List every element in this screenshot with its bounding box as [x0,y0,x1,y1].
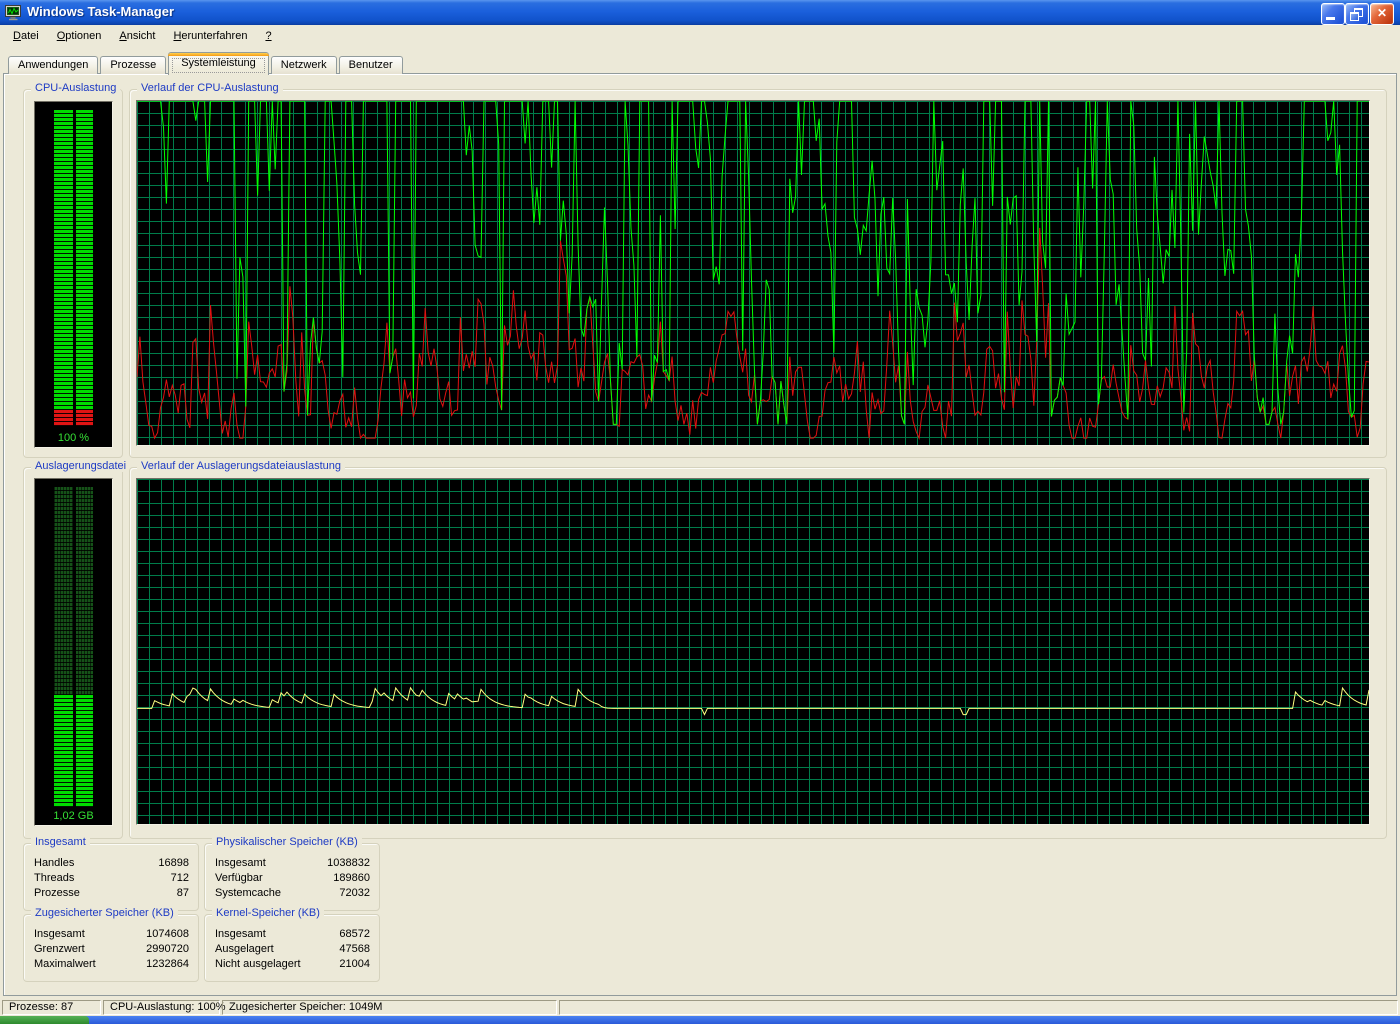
tab-prozesse[interactable]: Prozesse [100,56,166,74]
stat-row: Insgesamt 68572 [215,927,370,942]
stat-value: 47568 [339,942,370,957]
pagefile-usage-line [137,688,1369,715]
status-processes: Prozesse: 87 [2,1000,101,1015]
group-physical-memory-title: Physikalischer Speicher (KB) [212,836,362,848]
stat-value: 2990720 [146,942,189,957]
cpu-usage-value: 100 % [35,432,112,444]
menu-item-ansicht[interactable]: Ansicht [110,27,164,45]
stat-value: 1074608 [146,927,189,942]
stat-label: Prozesse [34,886,80,901]
stat-value: 16898 [158,856,189,871]
stat-label: Systemcache [215,886,281,901]
stat-value: 72032 [339,886,370,901]
stat-value: 712 [171,871,189,886]
stat-row: Ausgelagert 47568 [215,942,370,957]
cpu-led-bar [54,110,93,426]
stat-row: Prozesse 87 [34,886,189,901]
group-commit-charge: Zugesicherter Speicher (KB) Insgesamt107… [23,914,199,982]
group-kernel-memory-title: Kernel-Speicher (KB) [212,907,324,919]
pagefile-led-unlit-segment [54,487,93,695]
group-totals-title: Insgesamt [31,836,90,848]
status-cpu-usage: CPU-Auslastung: 100% [103,1000,220,1015]
taskbar[interactable] [0,1016,1400,1024]
stat-row: Nicht ausgelagert 21004 [215,957,370,972]
stat-row: Systemcache 72032 [215,886,370,901]
status-commit-charge: Zugesicherter Speicher: 1049M [222,1000,557,1015]
title-bar[interactable]: Windows Task-Manager [0,0,1400,25]
group-cpu-gauge-title: CPU-Auslastung [31,82,120,94]
group-physical-memory: Physikalischer Speicher (KB) Insgesamt10… [204,843,380,911]
cpu-usage-line [137,101,1369,424]
menu-item-herunterfahren[interactable]: Herunterfahren [164,27,256,45]
status-empty-panel [559,1000,1398,1015]
stat-row: Maximalwert 1232864 [34,957,189,972]
stat-label: Insgesamt [34,927,85,942]
group-kernel-memory: Kernel-Speicher (KB) Insgesamt68572 Ausg… [204,914,380,982]
cpu-history-graph [136,100,1370,446]
stat-label: Verfügbar [215,871,263,886]
restore-button[interactable] [1345,3,1369,25]
cpu-usage-gauge: 100 % [34,101,113,448]
menu-item-hilfe[interactable]: ? [256,27,280,45]
stat-row: Grenzwert 2990720 [34,942,189,957]
stat-label: Insgesamt [215,856,266,871]
performance-tab-page: CPU-Auslastung Verlauf der CPU-Auslastun… [3,73,1397,996]
group-commit-charge-title: Zugesicherter Speicher (KB) [31,907,178,919]
tab-systemleistung[interactable]: Systemleistung [168,52,269,75]
group-totals: Insgesamt Handles16898 Threads712 Prozes… [23,843,199,911]
stat-label: Grenzwert [34,942,85,957]
tab-benutzer[interactable]: Benutzer [339,56,403,74]
stat-row: Verfügbar 189860 [215,871,370,886]
task-manager-icon [5,4,22,21]
pagefile-led-bar [54,487,93,807]
stat-value: 189860 [333,871,370,886]
pagefile-usage-value: 1,02 GB [35,810,112,822]
stat-label: Handles [34,856,74,871]
stat-label: Insgesamt [215,927,266,942]
cpu-led-user-segment [54,110,93,410]
close-button[interactable] [1370,3,1394,25]
pagefile-led-lit-segment [54,695,93,807]
tab-strip: Anwendungen Prozesse Systemleistung Netz… [8,51,405,74]
stat-label: Threads [34,871,74,886]
stat-value: 21004 [339,957,370,972]
task-manager-window: Windows Task-Manager Datei Optionen Ansi… [0,0,1400,1024]
menu-bar: Datei Optionen Ansicht Herunterfahren ? [0,25,1400,47]
stat-value: 68572 [339,927,370,942]
stat-value: 1038832 [327,856,370,871]
stat-value: 1232864 [146,957,189,972]
stat-value: 87 [177,886,189,901]
cpu-led-kernel-segment [54,410,93,426]
window-title: Windows Task-Manager [27,0,174,24]
tab-netzwerk[interactable]: Netzwerk [271,56,337,74]
start-button[interactable] [0,1016,89,1024]
menu-item-datei[interactable]: Datei [4,27,48,45]
tab-anwendungen[interactable]: Anwendungen [8,56,98,74]
group-pagefile-gauge-title: Auslagerungsdatei [31,460,130,472]
stat-row: Insgesamt 1038832 [215,856,370,871]
stat-row: Insgesamt 1074608 [34,927,189,942]
status-bar: Prozesse: 87 CPU-Auslastung: 100% Zugesi… [0,998,1400,1016]
stat-label: Ausgelagert [215,942,274,957]
group-cpu-history-title: Verlauf der CPU-Auslastung [137,82,283,94]
stat-label: Nicht ausgelagert [215,957,301,972]
group-pagefile-history-title: Verlauf der Auslagerungsdateiauslastung [137,460,345,472]
stat-label: Maximalwert [34,957,96,972]
stat-row: Handles 16898 [34,856,189,871]
pagefile-gauge: 1,02 GB [34,478,113,826]
menu-item-optionen[interactable]: Optionen [48,27,111,45]
minimize-button[interactable] [1321,3,1345,25]
stat-row: Threads 712 [34,871,189,886]
pagefile-history-graph [136,478,1370,825]
